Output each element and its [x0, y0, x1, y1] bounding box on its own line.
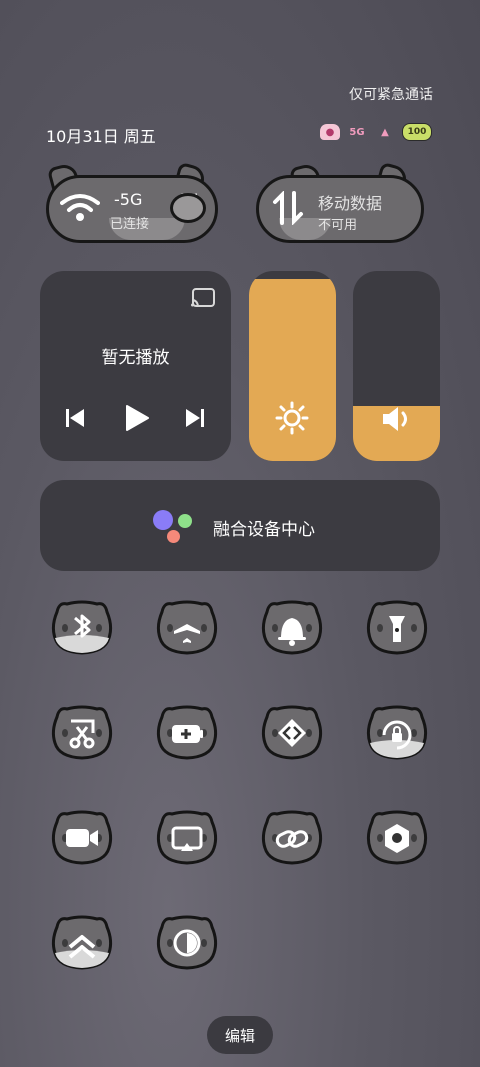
toggle-speed-mode[interactable] — [49, 913, 115, 971]
toggle-link[interactable] — [259, 808, 325, 866]
battery-icon: 100 — [402, 123, 432, 141]
screenshot-icon — [69, 719, 95, 749]
emergency-calls-only: 仅可紧急通话 — [349, 87, 433, 103]
mobile-data-name: 移动数据 — [318, 194, 383, 213]
cast-screen-icon — [171, 826, 203, 851]
toggle-bluetooth[interactable] — [49, 598, 115, 656]
signal-icon: ● — [320, 124, 340, 140]
device-center-icon — [153, 510, 173, 530]
mobile-data-tile[interactable]: 移动数据 不可用 — [252, 161, 428, 249]
toggle-cast-screen[interactable] — [154, 808, 220, 866]
device-center-icon-dot — [167, 530, 180, 543]
airplane-icon — [174, 612, 200, 643]
nearby-share-icon — [278, 719, 306, 747]
toggle-settings[interactable] — [364, 808, 430, 866]
brightness-icon — [275, 401, 309, 435]
toggle-bell[interactable] — [259, 598, 325, 656]
wifi-status: 已连接 — [110, 217, 150, 232]
dark-mode-icon — [173, 929, 201, 957]
flashlight-icon — [389, 616, 405, 642]
previous-track-icon[interactable] — [64, 407, 86, 429]
bluetooth-icon — [74, 614, 91, 638]
play-icon[interactable] — [122, 404, 150, 432]
link-icon — [275, 830, 309, 848]
cat-eye-decoration — [170, 193, 206, 223]
toggle-dark-mode[interactable] — [154, 913, 220, 971]
toggle-nearby-share[interactable] — [259, 703, 325, 761]
wifi-name: -5G — [114, 190, 143, 209]
toggle-flashlight[interactable] — [364, 598, 430, 656]
wifi-tile[interactable]: -5G MI 已连接 — [42, 161, 222, 249]
device-center-label: 融合设备中心 — [213, 520, 315, 540]
volume-icon — [383, 407, 407, 431]
screen-record-icon — [66, 829, 98, 847]
cast-icon[interactable] — [191, 288, 215, 308]
mobile-data-status: 不可用 — [318, 218, 358, 233]
wifi-icon — [60, 194, 100, 221]
toggle-rotation-lock[interactable] — [364, 703, 430, 761]
battery-saver-icon — [172, 725, 203, 743]
brightness-slider[interactable] — [249, 271, 336, 461]
settings-icon — [385, 824, 409, 853]
device-center-icon-dot — [178, 514, 192, 528]
mobile-data-icon — [273, 191, 303, 225]
toggle-battery-saver[interactable] — [154, 703, 220, 761]
toggle-screen-record[interactable] — [49, 808, 115, 866]
toggle-airplane[interactable] — [154, 598, 220, 656]
rotation-lock-icon — [382, 720, 412, 750]
speed-mode-icon — [68, 935, 96, 959]
media-title: 暂无播放 — [101, 348, 170, 368]
wifi-status-icon: ▲ — [381, 126, 389, 138]
date-label: 10月31日 周五 — [46, 127, 156, 146]
toggle-screenshot[interactable] — [49, 703, 115, 761]
network-5g-icon: 5G — [349, 126, 365, 138]
media-player: 暂无播放 — [40, 271, 231, 461]
status-icons: ● 5G ▲ 100 — [320, 123, 432, 141]
device-center-panel[interactable]: 融合设备中心 — [40, 480, 440, 571]
volume-slider[interactable] — [353, 271, 440, 461]
next-track-icon[interactable] — [184, 407, 206, 429]
bell-icon — [278, 618, 306, 646]
edit-button[interactable]: 编辑 — [207, 1016, 273, 1054]
